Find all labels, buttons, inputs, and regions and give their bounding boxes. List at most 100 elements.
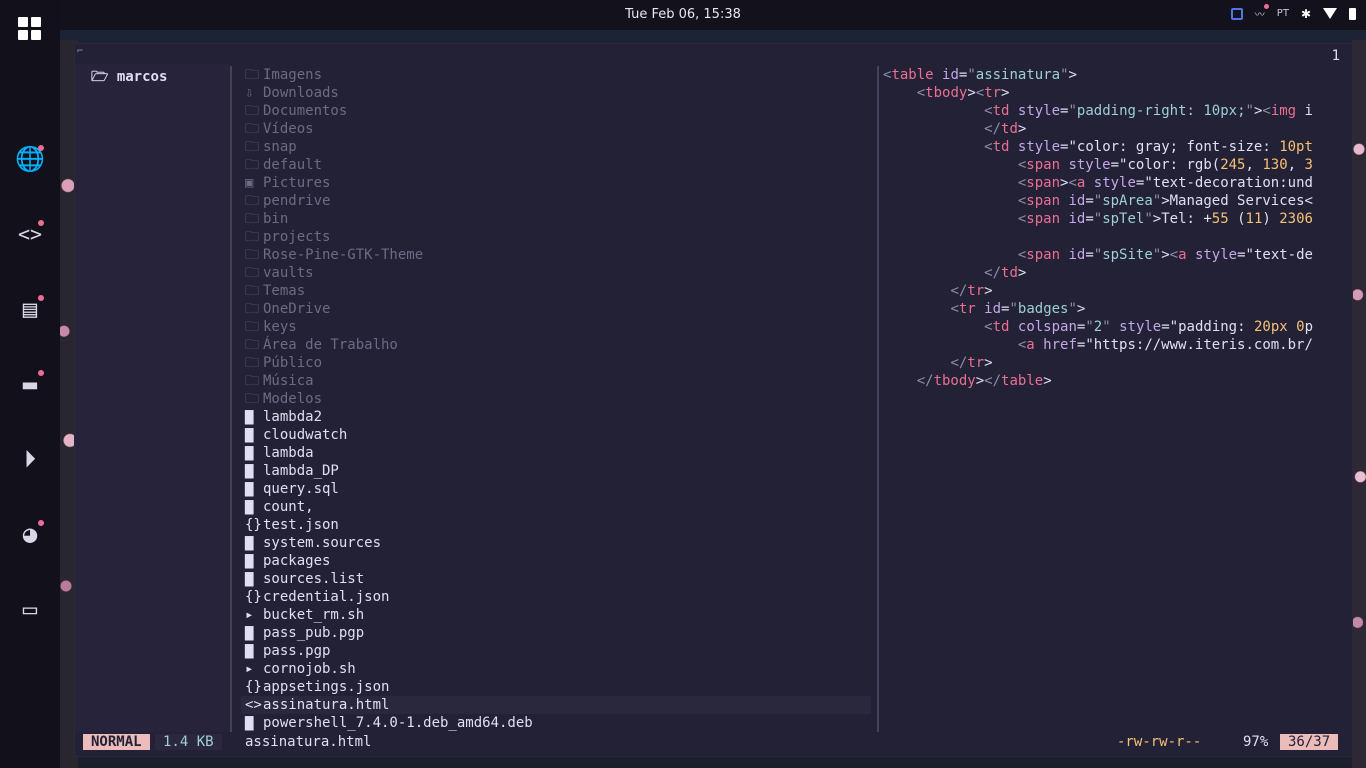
- file-icon: {}: [245, 589, 262, 605]
- clock[interactable]: Tue Feb 06, 15:38: [0, 7, 1366, 22]
- directory-item[interactable]: 🗀 projects: [241, 228, 871, 246]
- directory-item[interactable]: ⇩ Downloads: [241, 84, 871, 102]
- file-name: default: [263, 157, 323, 173]
- file-item[interactable]: ▇ query.sql: [241, 480, 871, 498]
- calendar-icon[interactable]: [1230, 7, 1243, 20]
- file-name: lambda2: [263, 409, 323, 425]
- file-name: snap: [263, 139, 297, 155]
- directory-item[interactable]: 🗀 Imagens: [241, 66, 871, 84]
- file-item[interactable]: ▇ powershell_7.4.0-1.deb_amd64.deb: [241, 714, 871, 732]
- file-name: projects: [263, 229, 331, 245]
- directory-item[interactable]: ▣ Pictures: [241, 174, 871, 192]
- pane-divider: [877, 66, 879, 732]
- code-line: <td colspan="2" style="padding: 20px 0p: [984, 319, 1313, 335]
- file-item[interactable]: ▇ pass.pgp: [241, 642, 871, 660]
- keyboard-layout-indicator[interactable]: PT: [1277, 8, 1289, 19]
- file-item[interactable]: {}appsetings.json: [241, 678, 871, 696]
- parent-directory-pane[interactable]: 🗁 marcos: [75, 64, 230, 732]
- file-item[interactable]: {}credential.json: [241, 588, 871, 606]
- top-bar: Tue Feb 06, 15:38 〰 PT ✱: [0, 0, 1366, 30]
- file-icon: <>: [245, 697, 262, 713]
- file-name: assinatura.html: [263, 697, 390, 713]
- file-item[interactable]: ▇ lambda2: [241, 408, 871, 426]
- file-icon: {}: [245, 679, 262, 695]
- file-preview-pane[interactable]: <table id="assinatura"> <tbody><tr> <td …: [883, 66, 1343, 390]
- play-icon[interactable]: ⏵: [15, 444, 45, 474]
- file-icon: ▇: [245, 463, 254, 479]
- file-name: pendrive: [263, 193, 331, 209]
- directory-item[interactable]: 🗀 default: [241, 156, 871, 174]
- file-item[interactable]: {}test.json: [241, 516, 871, 534]
- file-item[interactable]: ▇ pass_pub.pgp: [241, 624, 871, 642]
- directory-item[interactable]: 🗀 Vídeos: [241, 120, 871, 138]
- directory-item[interactable]: 🗀 OneDrive: [241, 300, 871, 318]
- wifi-icon[interactable]: [1323, 8, 1337, 19]
- file-name: Temas: [263, 283, 306, 299]
- directory-item[interactable]: 🗀 Rose-Pine-GTK-Theme: [241, 246, 871, 264]
- folder-icon: 🗀: [245, 301, 259, 317]
- directory-item[interactable]: 🗀 Público: [241, 354, 871, 372]
- gamepad-icon[interactable]: ▭: [15, 594, 45, 624]
- directory-item[interactable]: 🗀 Documentos: [241, 102, 871, 120]
- file-list-pane[interactable]: 🗀 Imagens ⇩ Downloads 🗀 Documentos 🗀 Vídeos 🗀 sna…: [241, 66, 871, 732]
- code-line: <table id="assinatura">: [883, 67, 1077, 83]
- folder-icon[interactable]: ▬: [15, 369, 45, 399]
- file-icon: ▇: [245, 715, 254, 731]
- code-icon[interactable]: <>: [15, 219, 45, 249]
- wave-icon[interactable]: 〰: [1255, 4, 1269, 21]
- app-grid-icon[interactable]: [15, 14, 45, 44]
- file-item[interactable]: ▇ cloudwatch: [241, 426, 871, 444]
- file-item[interactable]: ▇ count,: [241, 498, 871, 516]
- globe-icon[interactable]: 🌐: [15, 144, 45, 174]
- file-item[interactable]: ▸ bucket_rm.sh: [241, 606, 871, 624]
- directory-item[interactable]: 🗀 pendrive: [241, 192, 871, 210]
- file-item[interactable]: ▇ lambda_DP: [241, 462, 871, 480]
- file-item[interactable]: ▇ packages: [241, 552, 871, 570]
- file-icon: ▇: [245, 409, 254, 425]
- file-name: bin: [263, 211, 289, 227]
- folder-icon: 🗀: [245, 139, 259, 155]
- file-name: test.json: [263, 517, 339, 533]
- file-name: keys: [263, 319, 297, 335]
- file-icon: {}: [245, 517, 262, 533]
- chat-icon[interactable]: ▤: [15, 294, 45, 324]
- code-line: <tr id="badges">: [950, 301, 1086, 317]
- parent-dir-entry[interactable]: 🗁 marcos: [91, 66, 167, 90]
- file-item[interactable]: <>assinatura.html: [241, 696, 871, 714]
- directory-item[interactable]: 🗀 snap: [241, 138, 871, 156]
- system-tray: 〰 PT ✱: [1230, 4, 1356, 21]
- file-name: Modelos: [263, 391, 323, 407]
- directory-item[interactable]: 🗀 keys: [241, 318, 871, 336]
- file-item[interactable]: ▇ sources.list: [241, 570, 871, 588]
- battery-icon[interactable]: [1349, 7, 1356, 20]
- folder-icon: 🗀: [245, 67, 259, 83]
- palette-icon[interactable]: ◕: [15, 519, 45, 549]
- file-size: 1.4 KB: [155, 734, 222, 750]
- code-line: <span><a style="text-decoration:und: [1017, 175, 1313, 191]
- directory-item[interactable]: 🗀 Modelos: [241, 390, 871, 408]
- directory-item[interactable]: 🗀 Temas: [241, 282, 871, 300]
- scroll-percent: 97%: [1243, 734, 1269, 750]
- directory-item[interactable]: 🗀 Música: [241, 372, 871, 390]
- file-item[interactable]: ▇ lambda: [241, 444, 871, 462]
- file-item[interactable]: ▸ cornojob.sh: [241, 660, 871, 678]
- directory-item[interactable]: 🗀 bin: [241, 210, 871, 228]
- directory-item[interactable]: 🗀 Área de Trabalho: [241, 336, 871, 354]
- file-name: Vídeos: [263, 121, 314, 137]
- directory-item[interactable]: 🗀 vaults: [241, 264, 871, 282]
- file-item[interactable]: ▇ system.sources: [241, 534, 871, 552]
- file-icon: ▸: [245, 661, 254, 677]
- mode-indicator: NORMAL: [83, 734, 150, 750]
- file-icon: ▇: [245, 571, 254, 587]
- code-line: <span id="spTel">Tel: +55 (11) 2306: [1017, 211, 1313, 227]
- cursor-position: 36/37: [1280, 734, 1339, 750]
- folder-icon: 🗀: [245, 211, 259, 227]
- file-name: count,: [263, 499, 314, 515]
- folder-icon: 🗀: [245, 283, 259, 299]
- folder-icon: 🗀: [245, 355, 259, 371]
- folder-icon: 🗀: [245, 265, 259, 281]
- file-icon: ▇: [245, 499, 254, 515]
- folder-icon: 🗀: [245, 373, 259, 389]
- bluetooth-icon[interactable]: ✱: [1301, 7, 1311, 21]
- terminal-window[interactable]: ⌐ 🗁 marcos 🗀 Imagens ⇩ Downloads 🗀 Documentos…: [75, 44, 1352, 756]
